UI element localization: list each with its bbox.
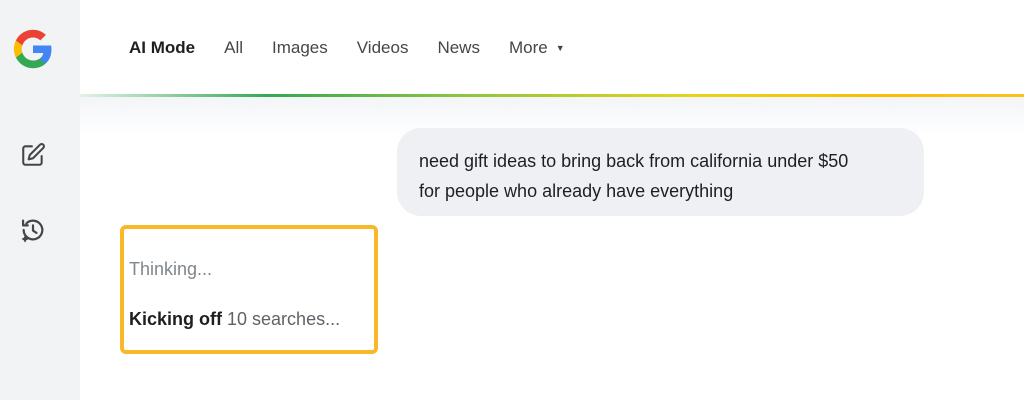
tab-news[interactable]: News: [437, 38, 480, 58]
tab-label: Images: [272, 38, 328, 57]
search-tabs: AI Mode All Images Videos News More ▼: [129, 38, 594, 58]
tab-all[interactable]: All: [224, 38, 243, 58]
tab-videos[interactable]: Videos: [357, 38, 409, 58]
tab-label: AI Mode: [129, 38, 196, 57]
user-message-line: for people who already have everything: [419, 181, 734, 201]
tab-more[interactable]: More ▼: [509, 38, 565, 58]
side-rail: [0, 0, 80, 400]
history-icon: [19, 216, 47, 249]
tab-label: Videos: [356, 38, 409, 57]
tab-label: All: [224, 38, 244, 57]
edit-icon: [20, 142, 46, 173]
status-strong-text: Kicking off: [129, 309, 222, 329]
tab-label: News: [437, 38, 480, 57]
user-message-line: need gift ideas to bring back from calif…: [419, 151, 849, 171]
search-status: Kicking off 10 searches...: [129, 309, 340, 330]
user-message-bubble: need gift ideas to bring back from calif…: [397, 128, 924, 216]
caret-down-icon: ▼: [555, 43, 565, 53]
thinking-label: Thinking...: [129, 259, 213, 279]
highlight-box: [120, 225, 378, 354]
tab-label: More: [508, 38, 548, 57]
top-bar: AI Mode All Images Videos News More ▼: [80, 0, 1024, 96]
tab-ai-mode[interactable]: AI Mode: [129, 38, 195, 58]
tab-images[interactable]: Images: [272, 38, 328, 58]
new-chat-button[interactable]: [14, 138, 52, 176]
status-detail-text: 10 searches...: [227, 309, 341, 329]
google-logo[interactable]: [12, 28, 54, 70]
history-button[interactable]: [14, 213, 52, 251]
